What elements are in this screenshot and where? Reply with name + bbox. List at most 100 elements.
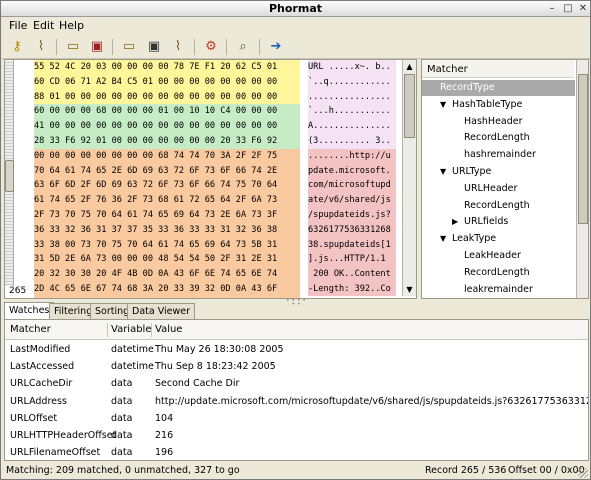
hex-row[interactable]: 00 00 00 00 00 00 00 00 68 74 74 70 3A 2…: [34, 148, 300, 164]
tab-data-viewer[interactable]: Data Viewer: [127, 303, 195, 320]
hex-row[interactable]: 61 74 65 2F 76 36 2F 73 68 61 72 65 64 2…: [34, 193, 300, 208]
folder-open-icon[interactable]: ▭: [63, 38, 83, 56]
matcher-header[interactable]: Matcher: [422, 60, 574, 78]
hex-row[interactable]: 60 CD 06 71 A2 B4 C5 01 00 00 00 00 00 0…: [34, 74, 300, 90]
hex-row[interactable]: 6E 74 65 6E 74 2D 54 79 70 65 3A 20 61 7…: [34, 296, 300, 298]
tree-item[interactable]: URLType: [452, 164, 491, 180]
hex-row[interactable]: 55 52 4C 20 03 00 00 00 00 78 7E F1 20 6…: [34, 60, 300, 75]
ascii-row[interactable]: ........http://u: [308, 148, 396, 164]
column-value[interactable]: Value: [155, 324, 182, 335]
scroll-up-icon[interactable]: ▲: [403, 60, 416, 73]
table-row[interactable]: LastAccessed datetime Thu Sep 8 18:23:42 2…: [5, 359, 588, 376]
hex-record-number: 265: [5, 286, 33, 298]
collapse-icon[interactable]: ▼: [440, 231, 446, 247]
tree-scroll-thumb[interactable]: [578, 74, 588, 224]
hex-row[interactable]: 20 32 30 30 20 4F 4B 0D 0A 43 6F 6E 74 6…: [34, 267, 300, 282]
hex-scroll-thumb[interactable]: [404, 74, 415, 138]
menu-file[interactable]: File: [9, 19, 27, 32]
ascii-row[interactable]: 200 OK..Content: [308, 267, 396, 282]
hex-bytes[interactable]: 55 52 4C 20 03 00 00 00 00 78 7E F1 20 6…: [34, 60, 300, 298]
hex-scrollbar[interactable]: ▲ ▼: [402, 60, 416, 296]
matcher-tree[interactable]: Matcher ▼RecordType▼HashTableTypeHashHea…: [421, 59, 589, 299]
tree-item[interactable]: RecordType: [422, 80, 575, 96]
watches-table: Matcher Variable Value LastModified datet…: [4, 319, 589, 461]
tree-item[interactable]: RecordLength: [464, 198, 530, 214]
cell-matcher: URLOffset: [10, 412, 58, 424]
save-icon[interactable]: ▣: [87, 38, 107, 56]
folder-open-icon[interactable]: ▭: [119, 38, 139, 56]
record-ruler[interactable]: [5, 60, 14, 286]
hex-row[interactable]: 36 33 32 36 31 37 37 35 33 36 33 33 31 3…: [34, 222, 300, 238]
tree-item[interactable]: leakremainder: [464, 282, 533, 298]
maximize-icon[interactable]: □: [562, 3, 574, 15]
collapse-icon[interactable]: ▼: [440, 164, 446, 180]
cell-value: Thu May 26 18:30:08 2005: [155, 344, 284, 355]
ascii-row[interactable]: -Length: 392..Co: [308, 281, 396, 296]
ascii-row[interactable]: com/microsoftupd: [308, 178, 396, 194]
hex-row[interactable]: 60 00 00 00 68 00 00 00 01 00 10 10 C4 0…: [34, 104, 300, 120]
ruler-handle[interactable]: [5, 160, 14, 192]
tree-item[interactable]: HashTableType: [452, 97, 522, 113]
table-row[interactable]: URLCacheDir data Second Cache Dir: [5, 376, 588, 393]
table-row[interactable]: URLFilenameOffset data 196: [5, 445, 588, 460]
tree-item[interactable]: LeakHeader: [464, 248, 521, 264]
table-row[interactable]: URLHTTPHeaderOffset data 216: [5, 428, 588, 445]
scroll-down-icon[interactable]: ▼: [403, 283, 416, 296]
minimize-icon[interactable]: –: [546, 3, 558, 15]
ascii-row[interactable]: 38.spupdateids[1: [308, 237, 396, 253]
ascii-row[interactable]: `..q............: [308, 74, 396, 90]
menu-help[interactable]: Help: [59, 19, 84, 32]
broom-icon[interactable]: ⌇: [31, 38, 51, 56]
tree-scrollbar[interactable]: [576, 60, 588, 298]
settings-icon[interactable]: ⚙: [201, 38, 221, 56]
ascii-row[interactable]: 6326177536331268: [308, 222, 396, 238]
table-row[interactable]: LastModified datetime Thu May 26 18:30:08 …: [5, 342, 588, 359]
tree-item[interactable]: URLHeader: [464, 181, 517, 197]
hex-row[interactable]: 31 5D 2E 6A 73 00 00 00 48 54 54 50 2F 3…: [34, 252, 300, 268]
hex-row[interactable]: 2F 73 70 75 70 64 61 74 65 69 64 73 2E 6…: [34, 207, 300, 223]
cell-variable: data: [111, 447, 133, 459]
ascii-row[interactable]: (3.......... 3..: [308, 133, 396, 149]
expand-icon[interactable]: ▶: [452, 214, 458, 230]
status-matching: Matching: 209 matched, 0 unmatched, 327 …: [6, 465, 240, 476]
hex-row[interactable]: 2D 4C 65 6E 67 74 68 3A 20 33 39 32 0D 0…: [34, 281, 300, 297]
save-all-icon[interactable]: ▣: [144, 38, 164, 56]
ascii-row[interactable]: pdate.microsoft.: [308, 163, 396, 179]
table-row[interactable]: URLOffset data 104: [5, 411, 588, 428]
ascii-row[interactable]: A...............: [308, 119, 396, 134]
hex-row[interactable]: 63 6F 6D 2F 6D 69 63 72 6F 73 6F 66 74 7…: [34, 178, 300, 194]
collapse-icon[interactable]: ▼: [440, 97, 446, 113]
tree-item[interactable]: LeakType: [452, 231, 496, 247]
import-icon[interactable]: ➔: [266, 38, 286, 56]
hex-view[interactable]: 55 52 4C 20 03 00 00 00 00 78 7E F1 20 6…: [4, 59, 417, 299]
cell-matcher: URLAddress: [10, 395, 67, 407]
ascii-bytes[interactable]: URL .....x~. b.. `..q....................…: [308, 60, 396, 296]
hex-row[interactable]: 88 01 00 00 00 00 00 00 00 00 00 00 00 0…: [34, 89, 300, 105]
search-icon[interactable]: ⌕: [233, 38, 253, 56]
hex-row[interactable]: 33 38 00 73 70 75 70 64 61 74 65 69 64 7…: [34, 237, 300, 253]
toolbar-separator: [56, 39, 57, 55]
hex-row[interactable]: 70 64 61 74 65 2E 6D 69 63 72 6F 73 6F 6…: [34, 163, 300, 179]
cell-variable: data: [111, 378, 133, 390]
key-icon[interactable]: ⚷: [7, 38, 27, 56]
column-variable[interactable]: Variable: [111, 324, 152, 335]
close-icon[interactable]: ✕: [577, 3, 589, 15]
tree-item[interactable]: HashHeader: [464, 114, 523, 130]
ascii-row[interactable]: /spupdateids.js?: [308, 207, 396, 223]
ascii-row[interactable]: URL .....x~. b..: [308, 60, 396, 75]
tree-item[interactable]: hashremainder: [464, 147, 536, 163]
ascii-row[interactable]: ate/v6/shared/js: [308, 193, 396, 208]
ascii-row[interactable]: ................: [308, 89, 396, 105]
resize-grip[interactable]: [578, 468, 588, 478]
tree-item[interactable]: URLfields: [464, 214, 508, 230]
hex-row[interactable]: 41 00 00 00 00 00 00 00 00 00 00 00 00 0…: [34, 119, 300, 134]
column-matcher[interactable]: Matcher: [10, 324, 51, 335]
ascii-row[interactable]: `...h...........: [308, 104, 396, 120]
tree-item[interactable]: RecordLength: [464, 130, 530, 146]
broom-icon[interactable]: ⌇: [168, 38, 188, 56]
menu-edit[interactable]: Edit: [33, 19, 54, 32]
tree-item[interactable]: RecordLength: [464, 265, 530, 281]
table-row[interactable]: URLAddress data http://update.microsoft.co…: [5, 394, 588, 411]
ascii-row[interactable]: ].js...HTTP/1.1: [308, 252, 396, 268]
hex-row[interactable]: 28 33 F6 92 01 00 00 00 00 00 00 00 20 3…: [34, 133, 300, 149]
